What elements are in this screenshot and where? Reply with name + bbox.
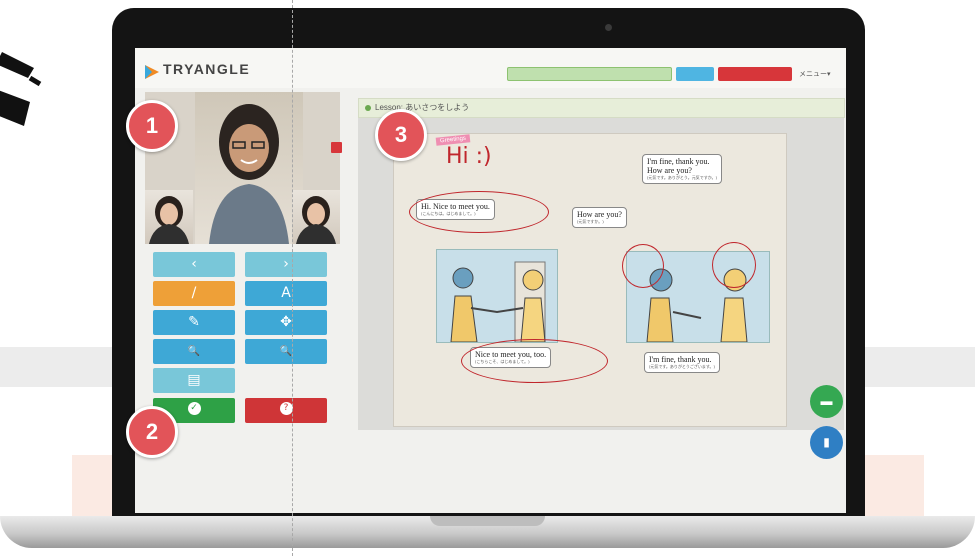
- teacher-figure-icon: [209, 104, 289, 244]
- next-page-button[interactable]: ›: [245, 252, 327, 277]
- eraser-tool-button[interactable]: ✎: [153, 310, 235, 335]
- chat-icon: ▬: [820, 394, 833, 408]
- clear-page-button[interactable]: ▤: [153, 368, 235, 393]
- menu-dropdown[interactable]: メニュー▾: [799, 69, 831, 79]
- document-icon: ▮: [823, 435, 830, 449]
- eraser-icon: ✎: [188, 314, 200, 330]
- dashed-guide-line: [292, 0, 293, 556]
- bubble-text-en: I'm fine, thank you.: [647, 157, 710, 166]
- red-circle-annotation: [409, 191, 549, 233]
- bubble-text-jp: (元気ですか。): [577, 219, 604, 224]
- laptop-base-notch: [430, 516, 545, 526]
- lesson-status-dot: [365, 105, 371, 111]
- student-figure-icon: [149, 196, 189, 244]
- question-icon: ?: [279, 402, 293, 415]
- end-lesson-button[interactable]: [718, 67, 792, 81]
- speech-bubble: I'm fine, thank you. (元気です。ありがとうございます。): [644, 352, 720, 373]
- lesson-title-bar: Lesson: あいさつをしよう: [358, 98, 845, 118]
- text-icon: A: [281, 285, 291, 301]
- pen-tool-button[interactable]: /: [153, 281, 235, 306]
- document-button[interactable]: ▮: [810, 426, 843, 459]
- handwriting-annotation: Hi :): [446, 144, 492, 169]
- speech-bubble: I'm fine, thank you. How are you? (元気です。あり…: [642, 154, 722, 184]
- move-icon: ✥: [280, 314, 292, 330]
- callout-badge-1: 1: [126, 100, 178, 152]
- bubble-text-en: I'm fine, thank you.: [649, 355, 712, 364]
- red-circle-annotation: [461, 339, 608, 383]
- video-close-button[interactable]: [331, 142, 342, 153]
- prev-page-button[interactable]: ‹: [153, 252, 235, 277]
- move-tool-button[interactable]: ✥: [245, 310, 327, 335]
- people-illustration-icon: [450, 261, 546, 343]
- student-figure-icon: [296, 196, 336, 244]
- document-icon: ▤: [187, 372, 201, 388]
- pen-icon: /: [191, 285, 197, 301]
- webcam-dot: [605, 24, 612, 31]
- illustration-handshake: [436, 249, 558, 343]
- logo-text: TRYANGLE: [163, 61, 251, 77]
- speech-bubble: How are you? (元気ですか。): [572, 207, 627, 228]
- textbook-page[interactable]: Greetings Hi :) Hi. Nice to meet you. (こん…: [393, 133, 787, 427]
- zoom-in-icon: 🔍: [279, 346, 293, 357]
- student-thumbnail-right: [292, 190, 340, 244]
- help-button[interactable]: ?: [245, 398, 327, 423]
- text-tool-button[interactable]: A: [245, 281, 327, 306]
- student-thumbnail-left: [145, 190, 193, 244]
- callout-badge-2: 2: [126, 406, 178, 458]
- red-circle-annotation: [712, 242, 756, 288]
- bubble-text-en: How are you?: [577, 210, 622, 219]
- top-blue-button[interactable]: [676, 67, 714, 81]
- callout-badge-3: 3: [375, 109, 427, 161]
- chevron-left-icon: ‹: [191, 256, 197, 272]
- bubble-text-jp: (元気です。ありがとう。元気ですか。): [647, 175, 717, 180]
- check-icon: ✓: [187, 402, 201, 415]
- bubble-text-jp: (元気です。ありがとうございます。): [649, 364, 715, 369]
- zoom-in-button[interactable]: 🔍: [245, 339, 327, 364]
- zoom-out-button[interactable]: 🔍: [153, 339, 235, 364]
- red-circle-annotation: [622, 244, 664, 288]
- status-tag: [507, 67, 672, 81]
- tryangle-logo-icon: [145, 65, 159, 79]
- bubble-text-en: How are you?: [647, 166, 692, 175]
- decorative-brush-mark: [0, 52, 42, 126]
- chevron-right-icon: ›: [283, 256, 289, 272]
- chat-button[interactable]: ▬: [810, 385, 843, 418]
- teacher-video: [195, 92, 303, 244]
- zoom-out-icon: 🔍: [187, 346, 201, 357]
- app-screen: TRYANGLE メニュー▾ ‹ › / A ✎ ✥ 🔍 🔍 ▤ ✓ ? Les…: [135, 48, 846, 513]
- app-header: TRYANGLE メニュー▾: [135, 48, 846, 88]
